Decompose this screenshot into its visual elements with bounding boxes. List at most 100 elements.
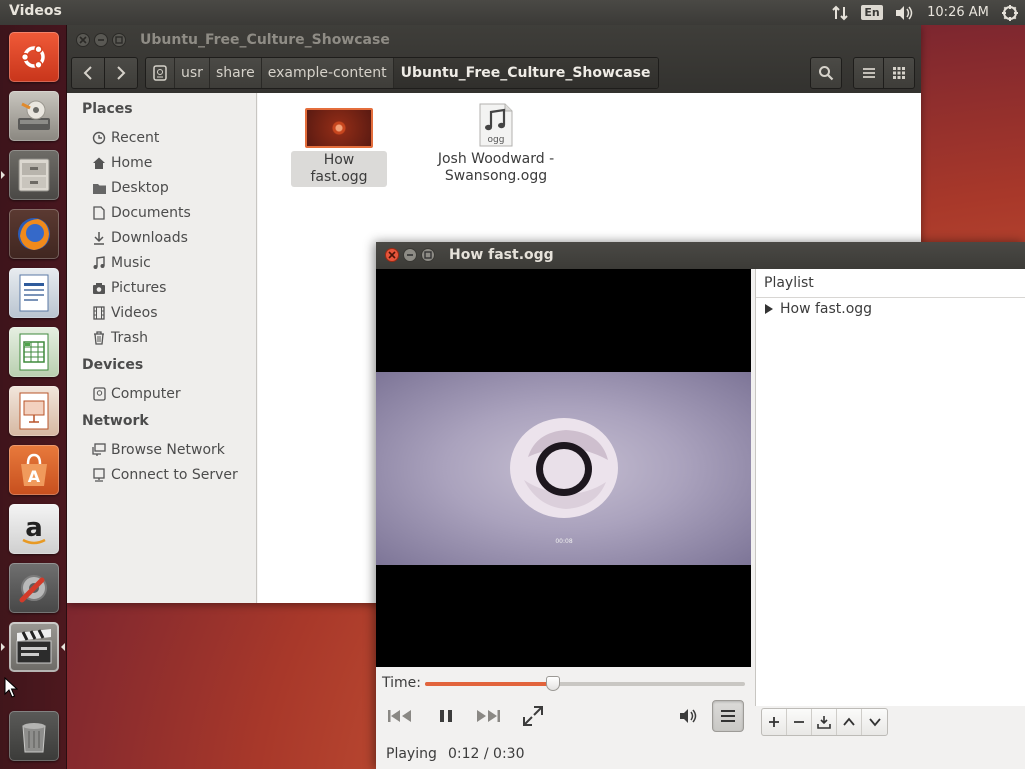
document-icon bbox=[91, 205, 107, 221]
sidebar-item-label: Computer bbox=[111, 386, 181, 402]
launcher-libreoffice-writer[interactable] bbox=[9, 268, 59, 318]
playlist-remove-button[interactable] bbox=[787, 709, 812, 735]
svg-text:A: A bbox=[28, 467, 41, 486]
sound-indicator[interactable] bbox=[891, 0, 917, 25]
next-button[interactable] bbox=[472, 702, 504, 730]
previous-button[interactable] bbox=[384, 702, 416, 730]
videos-close-button[interactable] bbox=[385, 248, 399, 262]
playlist-move-up-button[interactable] bbox=[837, 709, 862, 735]
trash-icon bbox=[91, 330, 107, 346]
playback-status: Playing bbox=[386, 746, 437, 762]
search-button[interactable] bbox=[810, 57, 842, 89]
clock-icon bbox=[91, 130, 107, 146]
forward-button[interactable] bbox=[104, 57, 138, 89]
sidebar-item-home[interactable]: Home bbox=[91, 153, 152, 173]
playlist-add-button[interactable] bbox=[762, 709, 787, 735]
launcher-software-center[interactable]: A bbox=[9, 445, 59, 495]
playlist-panel: Playlist How fast.ogg bbox=[755, 269, 1025, 706]
mouse-pointer-icon bbox=[4, 677, 18, 698]
minimize-icon bbox=[407, 254, 413, 256]
playlist-toggle-button[interactable] bbox=[712, 700, 744, 732]
launcher-system-settings[interactable] bbox=[9, 563, 59, 613]
drive-icon bbox=[91, 386, 107, 402]
grid-view-icon bbox=[893, 67, 905, 79]
videos-minimize-button[interactable] bbox=[403, 248, 417, 262]
files-maximize-button[interactable] bbox=[112, 33, 126, 47]
sidebar-item-documents[interactable]: Documents bbox=[91, 203, 191, 223]
clock-indicator[interactable]: 10:26 AM bbox=[924, 0, 992, 25]
playlist-toolbar bbox=[761, 708, 888, 736]
launcher-files[interactable] bbox=[9, 150, 59, 200]
file-name-line-1: Josh Woodward - bbox=[437, 151, 555, 167]
files-close-button[interactable] bbox=[76, 33, 90, 47]
power-gear-icon bbox=[1002, 4, 1018, 21]
top-panel: Videos En 10:26 AM bbox=[0, 0, 1025, 25]
sidebar-item-computer[interactable]: Computer bbox=[91, 384, 181, 404]
sidebar-item-label: Connect to Server bbox=[111, 467, 238, 483]
server-icon bbox=[91, 467, 107, 483]
sidebar-item-label: Browse Network bbox=[111, 442, 225, 458]
sidebar-item-recent[interactable]: Recent bbox=[91, 128, 159, 148]
chevron-left-icon bbox=[83, 66, 92, 80]
amazon-icon: a bbox=[22, 513, 46, 545]
breadcrumb-root[interactable] bbox=[146, 58, 175, 88]
breadcrumb-usr[interactable]: usr bbox=[175, 58, 210, 88]
sidebar-item-videos[interactable]: Videos bbox=[91, 303, 158, 323]
launcher-dash-home[interactable] bbox=[9, 32, 59, 82]
pause-button[interactable] bbox=[432, 702, 460, 730]
grid-view-button[interactable] bbox=[883, 57, 915, 89]
sidebar-item-pictures[interactable]: Pictures bbox=[91, 278, 166, 298]
sidebar-item-label: Recent bbox=[111, 130, 160, 146]
volume-button[interactable] bbox=[674, 702, 702, 730]
videos-running-pip bbox=[1, 643, 5, 651]
breadcrumb-share[interactable]: share bbox=[210, 58, 262, 88]
file-type-label: ogg bbox=[487, 135, 505, 145]
playlist-item[interactable]: How fast.ogg bbox=[764, 301, 872, 317]
playlist-move-down-button[interactable] bbox=[862, 709, 887, 735]
list-view-icon bbox=[862, 68, 875, 78]
network-indicator[interactable] bbox=[828, 0, 852, 25]
launcher-amazon[interactable]: a bbox=[9, 504, 59, 554]
videos-maximize-button[interactable] bbox=[421, 248, 435, 262]
sidebar-item-trash[interactable]: Trash bbox=[91, 328, 148, 348]
sidebar-item-label: Home bbox=[111, 155, 153, 171]
camera-icon bbox=[91, 280, 107, 296]
launcher-firefox[interactable] bbox=[9, 209, 59, 259]
launcher-trash[interactable] bbox=[9, 711, 59, 761]
list-view-button[interactable] bbox=[853, 57, 884, 89]
seek-bar-fill bbox=[425, 682, 553, 686]
fullscreen-button[interactable] bbox=[518, 701, 548, 731]
launcher-installer[interactable] bbox=[9, 91, 59, 141]
software-center-icon: A bbox=[21, 453, 47, 486]
session-indicator[interactable] bbox=[998, 0, 1022, 25]
plus-icon bbox=[769, 717, 779, 727]
sidebar-item-desktop[interactable]: Desktop bbox=[91, 178, 169, 198]
playlist-header: Playlist bbox=[756, 269, 1025, 298]
sidebar-item-label: Music bbox=[111, 255, 151, 271]
sidebar-item-browse-network[interactable]: Browse Network bbox=[91, 440, 225, 460]
breadcrumb-current[interactable]: Ubuntu_Free_Culture_Showcase bbox=[393, 58, 658, 88]
seek-bar-handle[interactable] bbox=[546, 676, 560, 691]
impress-icon bbox=[19, 392, 49, 430]
file-name-line-2: Swansong.ogg bbox=[444, 168, 548, 184]
launcher-videos[interactable] bbox=[9, 622, 59, 672]
video-area[interactable]: 00:08 bbox=[376, 269, 751, 667]
file-item-how-fast[interactable]: How fast.ogg bbox=[291, 105, 387, 187]
launcher-libreoffice-impress[interactable] bbox=[9, 386, 59, 436]
breadcrumb-example-content[interactable]: example-content bbox=[262, 58, 394, 88]
fullscreen-icon bbox=[523, 706, 543, 726]
sidebar-item-label: Videos bbox=[111, 305, 158, 321]
play-indicator-icon bbox=[765, 304, 773, 314]
sidebar-item-music[interactable]: Music bbox=[91, 253, 151, 273]
back-button[interactable] bbox=[71, 57, 105, 89]
seek-bar[interactable] bbox=[425, 676, 745, 691]
keyboard-indicator[interactable]: En bbox=[860, 0, 884, 25]
playlist-item-label: How fast.ogg bbox=[780, 301, 873, 317]
launcher-libreoffice-calc[interactable] bbox=[9, 327, 59, 377]
playlist-save-button[interactable] bbox=[812, 709, 837, 735]
files-minimize-button[interactable] bbox=[94, 33, 108, 47]
file-item-swansong[interactable]: ogg Josh Woodward - Swansong.ogg bbox=[432, 103, 560, 185]
close-icon bbox=[79, 36, 87, 44]
sidebar-item-connect-to-server[interactable]: Connect to Server bbox=[91, 465, 238, 485]
sidebar-item-downloads[interactable]: Downloads bbox=[91, 228, 188, 248]
